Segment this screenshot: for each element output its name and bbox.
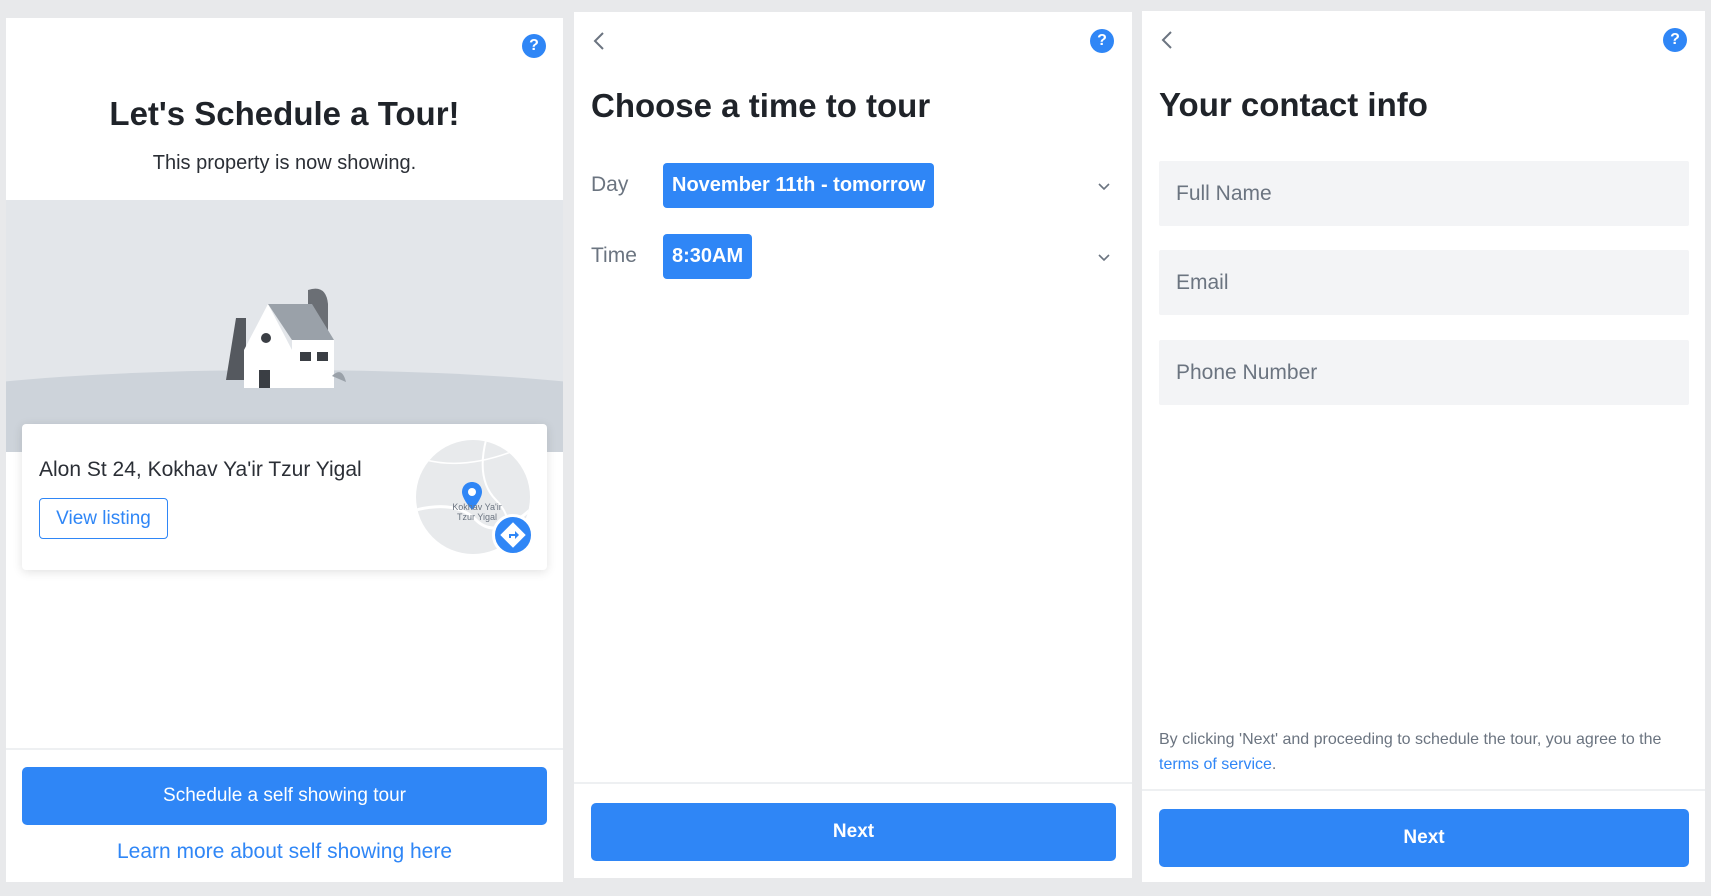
chevron-down-icon[interactable] [1097,253,1111,263]
next-button[interactable]: Next [591,803,1116,861]
terms-prefix: By clicking 'Next' and proceeding to sch… [1159,731,1662,748]
time-select[interactable]: 8:30AM [663,234,753,279]
footer-divider [6,748,563,750]
time-label: Time [591,244,637,267]
page-subtitle: This property is now showing. [152,152,417,174]
next-button[interactable]: Next [1159,809,1689,867]
choose-time-panel: ? Choose a time to tour Day November 11t… [574,12,1132,878]
address-card: Alon St 24, Kokhav Ya'ir Tzur Yigal View… [22,424,547,570]
contact-info-panel: ? Your contact info By clicking 'Next' a… [1142,11,1705,882]
house-icon [226,288,346,388]
directions-icon [500,522,526,548]
terms-notice: By clicking 'Next' and proceeding to sch… [1159,727,1684,777]
page-title: Choose a time to tour [591,87,931,124]
back-icon[interactable] [588,29,612,53]
directions-button[interactable] [492,514,534,556]
intro-panel: ? Let's Schedule a Tour! This property i… [6,18,563,882]
footer-divider [1142,789,1705,791]
back-icon[interactable] [1156,28,1180,52]
view-listing-button[interactable]: View listing [39,498,168,539]
schedule-self-tour-button[interactable]: Schedule a self showing tour [22,767,547,825]
chevron-down-icon[interactable] [1097,182,1111,192]
day-label: Day [591,173,629,196]
property-address: Alon St 24, Kokhav Ya'ir Tzur Yigal [39,458,362,481]
learn-more-link[interactable]: Learn more about self showing here [6,840,563,864]
help-icon[interactable]: ? [1090,29,1114,53]
property-hero-illustration [6,200,563,452]
terms-suffix: . [1271,756,1277,773]
day-select[interactable]: November 11th - tomorrow [663,163,935,208]
page-title: Your contact info [1159,86,1428,123]
full-name-field[interactable] [1159,161,1689,226]
page-title: Let's Schedule a Tour! [109,95,460,132]
terms-of-service-link[interactable]: terms of service [1159,756,1272,773]
help-icon[interactable]: ? [522,34,546,58]
phone-field[interactable] [1159,340,1689,405]
footer-divider [574,782,1132,784]
email-field[interactable] [1159,250,1689,315]
help-icon[interactable]: ? [1663,28,1687,52]
